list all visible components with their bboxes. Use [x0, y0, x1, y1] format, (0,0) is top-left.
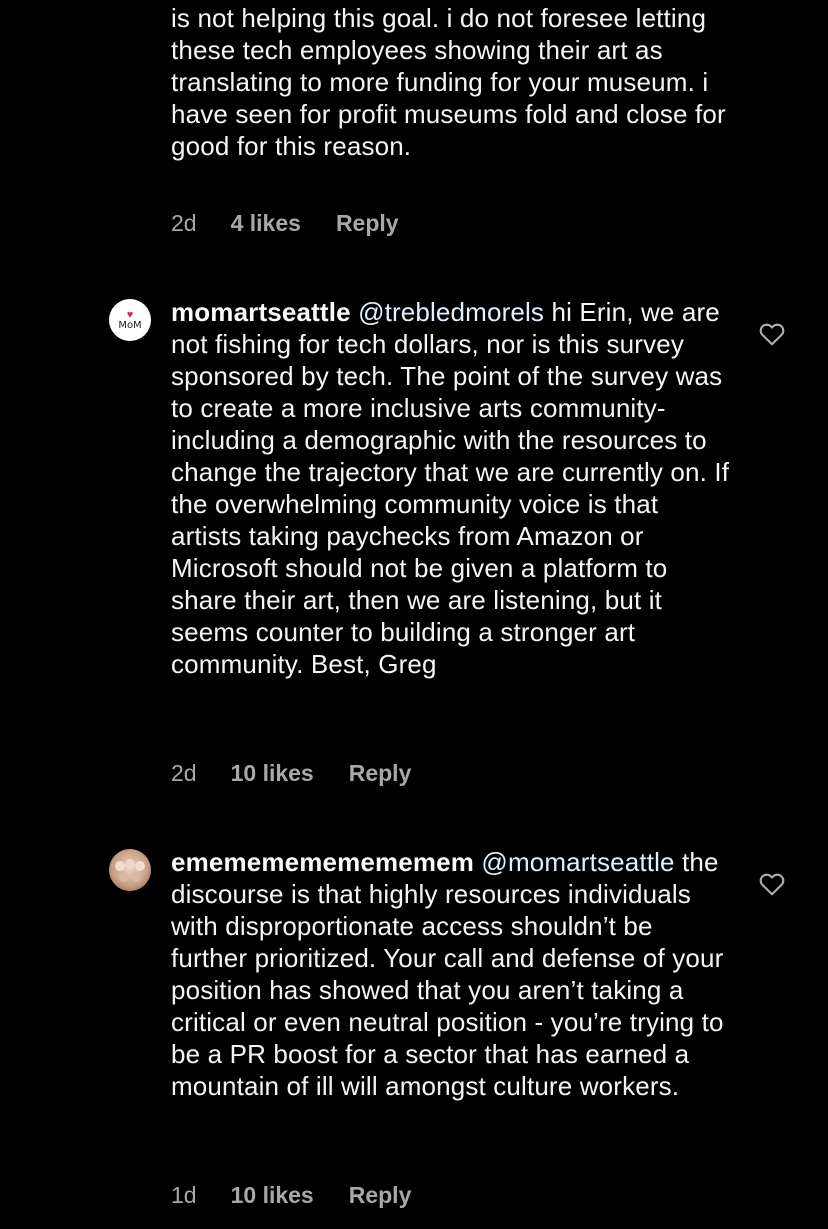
comment-text: emememememememem @momartseattle the disc… — [171, 846, 731, 1102]
username-link[interactable]: emememememememem — [171, 847, 474, 877]
comment-body: hi Erin, we are not fishing for tech dol… — [171, 297, 730, 679]
avatar[interactable] — [109, 849, 151, 891]
reply-button[interactable]: Reply — [349, 760, 412, 787]
comment-meta: 1d 10 likes Reply — [171, 1182, 411, 1209]
comment-meta: 2d 4 likes Reply — [171, 210, 399, 237]
heart-logo-icon: ♥ — [126, 308, 134, 321]
likes-count-button[interactable]: 10 likes — [231, 1182, 314, 1209]
likes-count-button[interactable]: 4 likes — [231, 210, 301, 237]
comment-body: the discourse is that highly resources i… — [171, 847, 724, 1101]
likes-count-button[interactable]: 10 likes — [231, 760, 314, 787]
comment-time: 2d — [171, 210, 197, 236]
username-link[interactable]: momartseattle — [171, 297, 351, 327]
mention-link[interactable]: @momartseattle — [481, 847, 674, 877]
comment-body: is not helping this goal. i do not fores… — [171, 3, 726, 161]
mention-link[interactable]: @trebledmorels — [358, 297, 544, 327]
avatar[interactable]: ♥ MoM — [109, 299, 151, 341]
comment-text: is not helping this goal. i do not fores… — [171, 2, 731, 162]
heart-outline-icon[interactable] — [759, 322, 785, 346]
reply-button[interactable]: Reply — [336, 210, 399, 237]
avatar-label: MoM — [118, 319, 142, 331]
comment-text: momartseattle @trebledmorels hi Erin, we… — [171, 296, 731, 680]
reply-button[interactable]: Reply — [349, 1182, 412, 1209]
comment-time: 2d — [171, 760, 197, 786]
comment-meta: 2d 10 likes Reply — [171, 760, 411, 787]
avatar-photo-icon — [115, 859, 145, 882]
heart-outline-icon[interactable] — [759, 872, 785, 896]
comment-time: 1d — [171, 1182, 197, 1208]
